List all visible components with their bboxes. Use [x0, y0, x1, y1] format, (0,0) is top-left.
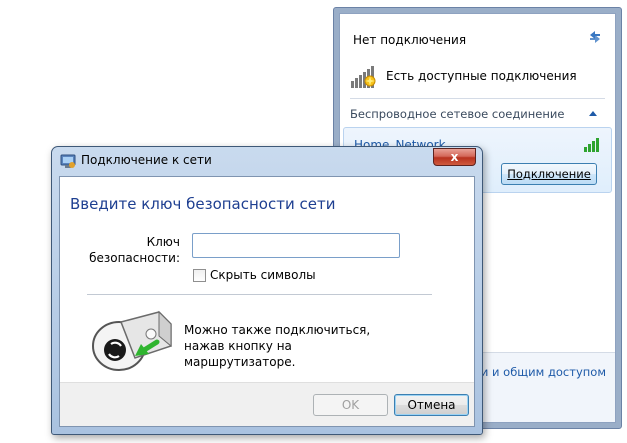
flyout-title: Нет подключения: [353, 33, 467, 47]
hide-characters-checkbox[interactable]: [193, 269, 206, 282]
connections-available-text: Есть доступные подключения: [386, 69, 577, 83]
dialog-button-bar: OK Отмена: [60, 382, 474, 426]
content-divider: [87, 294, 432, 295]
cancel-button[interactable]: Отмена: [394, 394, 469, 416]
hide-characters-label[interactable]: Скрыть символы: [210, 268, 316, 282]
flyout-divider: [350, 98, 605, 99]
wireless-section-label: Беспроводное сетевое соединение: [350, 107, 565, 121]
network-sharing-center-link[interactable]: ми и общим доступом: [472, 365, 606, 379]
ok-button[interactable]: OK: [313, 394, 388, 416]
refresh-icon[interactable]: [587, 29, 603, 45]
signal-strength-icon: [584, 138, 599, 152]
dialog-content: Введите ключ безопасности сети Ключ безо…: [59, 176, 475, 427]
security-key-label: Ключ безопасности:: [89, 235, 180, 265]
close-button[interactable]: x: [433, 148, 476, 166]
connect-to-network-dialog: Подключение к сети x Введите ключ безопа…: [51, 146, 483, 435]
dialog-title: Подключение к сети: [81, 153, 212, 167]
dialog-titlebar[interactable]: Подключение к сети x: [52, 147, 482, 175]
router-instruction-text: Можно также подключиться, нажав кнопку н…: [184, 323, 371, 369]
router-push-button-icon: [92, 310, 172, 371]
security-key-heading: Введите ключ безопасности сети: [70, 195, 336, 213]
no-connection-icon: [351, 66, 376, 88]
connect-button-label: Подключение: [507, 167, 591, 181]
security-key-input[interactable]: [192, 233, 400, 258]
connect-button[interactable]: Подключение: [501, 163, 597, 185]
network-window-icon: [60, 154, 76, 168]
collapse-chevron-icon[interactable]: [589, 110, 597, 116]
